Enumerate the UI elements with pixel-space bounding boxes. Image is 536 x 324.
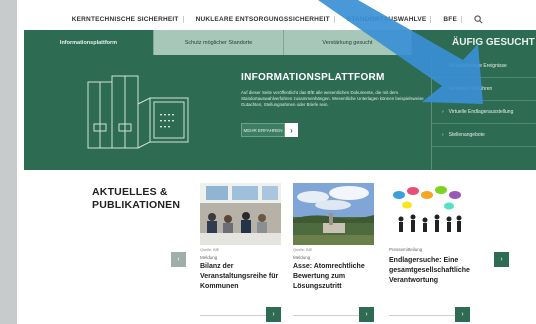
news-card-open-button[interactable]: › xyxy=(455,307,470,322)
frequently-searched-heading: ÄUFIG GESUCHT xyxy=(412,30,536,55)
sidebar-item-meldepflichtige-ereignisse[interactable]: › Meldepflichtige Ereignisse xyxy=(432,55,536,78)
news-card-image-conference xyxy=(200,183,281,245)
news-card[interactable]: Quelle: BfE Meldung Asse: Atomrechtliche… xyxy=(293,183,374,322)
sidebar-item-stellenangebote[interactable]: › Stellenangebote xyxy=(432,124,536,147)
nav-link-bfe[interactable]: BFE xyxy=(439,15,462,23)
chevron-right-icon: › xyxy=(365,311,368,318)
document-folders-illustration xyxy=(87,75,189,149)
info-description: Auf dieser Seite veröffentlicht das BfE … xyxy=(241,90,424,107)
chevron-right-icon: › xyxy=(442,132,444,138)
frequently-searched-list: › Meldepflichtige Ereignisse › Vergleich… xyxy=(431,55,536,170)
more-info-button[interactable]: MEHR ERFAHREN › xyxy=(241,123,298,137)
search-icon xyxy=(473,14,482,23)
info-title: INFORMATIONSPLATTFORM xyxy=(241,72,385,83)
sidebar-item-vergleich-verfahren[interactable]: › Vergleich Verfahren xyxy=(432,78,536,101)
nav-link-kerntechnische-sicherheit[interactable]: KERNTECHNISCHE SICHERHEIT xyxy=(68,15,184,23)
news-card-category: Pressemitteilung xyxy=(389,247,423,252)
news-card-title[interactable]: Endlagersuche: Eine gesamtgesellschaftli… xyxy=(389,256,470,286)
tab-informationsplattform[interactable]: Informationsplattform xyxy=(24,30,154,55)
chevron-right-icon: › xyxy=(461,311,464,318)
image-credit: Quelle: BfE xyxy=(293,248,313,252)
image-credit: Quelle: BfE xyxy=(200,248,220,252)
news-heading-line2: PUBLIKATIONEN xyxy=(92,199,181,211)
chevron-right-icon: › xyxy=(500,256,503,263)
news-card-category: Meldung xyxy=(293,255,311,260)
sidebar-item-virtuelle-endlagerausstellung[interactable]: › Virtuelle Endlagerausstellung xyxy=(432,101,536,124)
chevron-right-icon: › xyxy=(442,63,444,69)
top-navigation: KERNTECHNISCHE SICHERHEIT NUKLEARE ENTSO… xyxy=(17,8,536,30)
news-card[interactable]: Quelle: BfE Meldung Bilanz der Veranstal… xyxy=(200,183,281,322)
sidebar-item-label: Meldepflichtige Ereignisse xyxy=(448,63,507,69)
search-button[interactable] xyxy=(470,11,486,27)
nav-link-nukleare-entsorgungssicherheit[interactable]: NUKLEARE ENTSORGUNGSSICHERHEIT xyxy=(192,15,335,23)
chevron-right-icon: › xyxy=(285,123,298,137)
news-card-title[interactable]: Bilanz der Veranstaltungsreihe für Kommu… xyxy=(200,262,281,292)
hero-tabs: Informationsplattform Schutz möglicher S… xyxy=(24,30,536,55)
news-card-image-asse xyxy=(293,183,374,245)
news-card-category: Meldung xyxy=(200,255,218,260)
news-card-image-speech-bubbles xyxy=(389,183,470,245)
news-card-open-button[interactable]: › xyxy=(266,307,281,322)
news-card-open-button[interactable]: › xyxy=(359,307,374,322)
chevron-right-icon: › xyxy=(442,86,444,92)
sidebar-item-label: Virtuelle Endlagerausstellung xyxy=(448,109,514,115)
more-info-label: MEHR ERFAHREN xyxy=(241,123,285,137)
tab-verstaerkung-gesucht[interactable]: Verstärkung gesucht xyxy=(284,30,412,55)
chevron-left-icon: ‹ xyxy=(177,256,180,263)
news-heading-line1: AKTUELLES & xyxy=(92,186,168,198)
carousel-prev-button[interactable]: ‹ xyxy=(171,252,186,267)
page: KERNTECHNISCHE SICHERHEIT NUKLEARE ENTSO… xyxy=(17,0,536,324)
news-card-title[interactable]: Asse: Atomrechtliche Bewertung zum Lösun… xyxy=(293,262,374,292)
sidebar-item-label: Stellenangebote xyxy=(448,132,485,138)
chevron-right-icon: › xyxy=(272,311,275,318)
hero-panel: Informationsplattform Schutz möglicher S… xyxy=(24,30,536,170)
news-card[interactable]: Pressemitteilung Endlagersuche: Eine ges… xyxy=(389,183,470,322)
chevron-right-icon: › xyxy=(442,109,444,115)
news-section-heading: AKTUELLES & PUBLIKATIONEN xyxy=(92,186,180,212)
tab-schutz-moeglicher-standorte[interactable]: Schutz möglicher Standorte xyxy=(154,30,284,55)
sidebar-item-label: Vergleich Verfahren xyxy=(448,86,493,92)
nav-link-standortauswahlverfahren[interactable]: STANDORTAUSWAHLVE xyxy=(343,15,432,23)
carousel-next-button[interactable]: › xyxy=(494,252,509,267)
